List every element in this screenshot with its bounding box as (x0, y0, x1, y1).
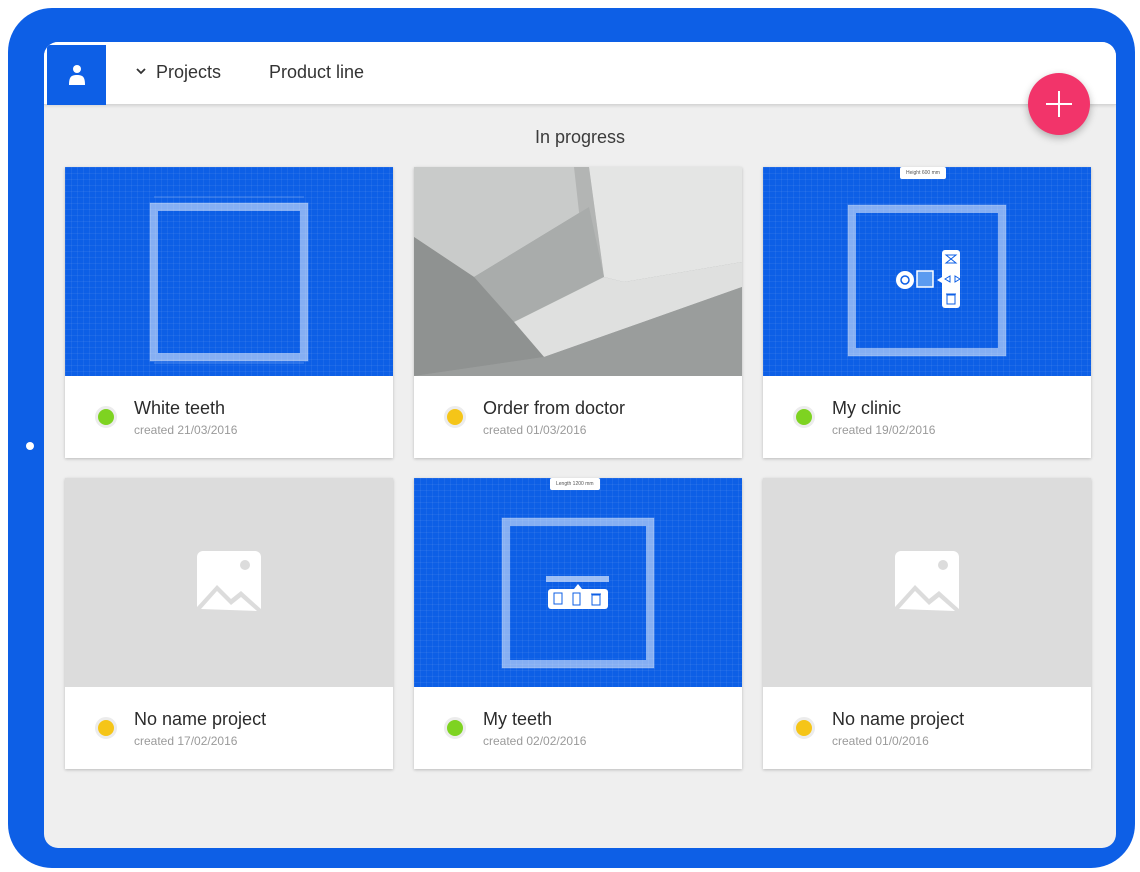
project-title: White teeth (134, 398, 226, 418)
project-thumbnail: Length 1200 mm (414, 478, 742, 687)
project-title: My clinic (832, 398, 902, 418)
project-card[interactable]: White teeth created 21/03/2016 (65, 167, 393, 458)
project-title: No name project (832, 709, 965, 729)
project-thumbnail: Height 600 mm (763, 167, 1091, 376)
project-title: No name project (134, 709, 267, 729)
project-card[interactable]: Height 600 mm My clinic created 19/02/20… (763, 167, 1091, 458)
status-indicator (444, 406, 466, 428)
project-info: My teeth created 02/02/2016 (414, 687, 742, 769)
tablet-frame: Projects Product line In progress White … (8, 8, 1135, 868)
status-indicator (444, 717, 466, 739)
status-indicator (793, 406, 815, 428)
status-indicator (793, 717, 815, 739)
chevron-down-icon (136, 68, 146, 75)
project-card[interactable]: No name project created 17/02/2016 (65, 478, 393, 769)
image-placeholder-icon (895, 550, 959, 615)
project-thumbnail (763, 478, 1091, 687)
project-info: Order from doctor created 01/03/2016 (414, 376, 742, 458)
project-info: No name project created 17/02/2016 (65, 687, 393, 769)
project-title: My teeth (483, 709, 553, 729)
nav-product-line[interactable]: Product line (269, 62, 364, 83)
project-card[interactable]: No name project created 01/0/2016 (763, 478, 1091, 769)
project-info: My clinic created 19/02/2016 (763, 376, 1091, 458)
nav-projects-label: Projects (156, 62, 222, 82)
image-placeholder-icon (197, 550, 261, 615)
status-indicator (95, 717, 117, 739)
app-screen: Projects Product line In progress White … (44, 42, 1116, 848)
project-card[interactable]: Length 1200 mm My teeth created 02/02/20… (414, 478, 742, 769)
project-date: created 01/03/2016 (483, 423, 587, 437)
project-info: White teeth created 21/03/2016 (65, 376, 393, 458)
project-thumbnail (65, 167, 393, 376)
nav-projects-dropdown[interactable]: Projects (136, 62, 221, 83)
project-date: created 17/02/2016 (134, 734, 238, 748)
section-title: In progress (534, 127, 626, 147)
top-bar: Projects Product line (44, 42, 1116, 105)
add-project-button[interactable] (1028, 73, 1090, 135)
project-date: created 21/03/2016 (134, 423, 238, 437)
status-indicator (95, 406, 117, 428)
project-date: created 02/02/2016 (483, 734, 587, 748)
project-title: Order from doctor (483, 398, 626, 418)
project-date: created 19/02/2016 (832, 423, 936, 437)
user-icon (68, 65, 85, 85)
project-thumbnail (414, 167, 742, 376)
plus-icon (1046, 91, 1072, 117)
project-card[interactable]: Order from doctor created 01/03/2016 (414, 167, 742, 458)
user-profile-button[interactable] (47, 45, 106, 105)
project-info: No name project created 01/0/2016 (763, 687, 1091, 769)
project-date: created 01/0/2016 (832, 734, 929, 748)
project-thumbnail (65, 478, 393, 687)
camera-dot (26, 442, 34, 450)
